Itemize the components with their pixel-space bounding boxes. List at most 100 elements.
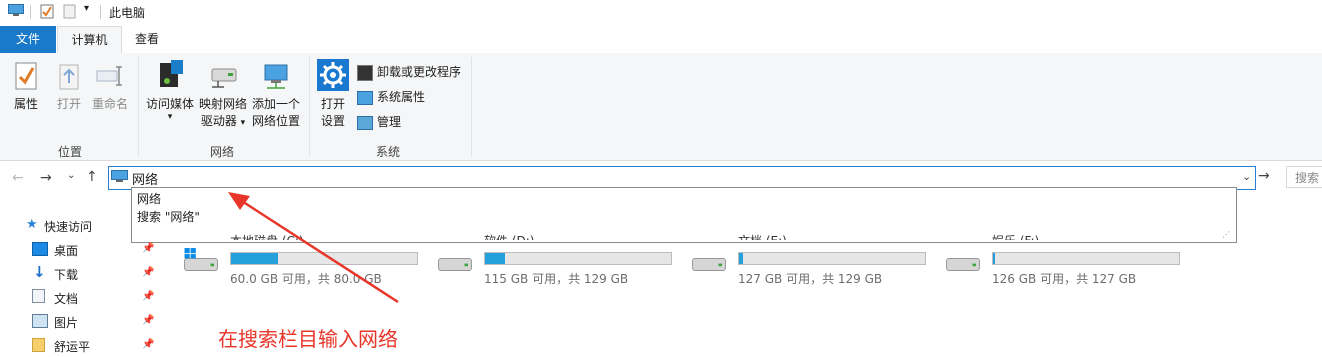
- drive-name: 软件 (D:): [484, 232, 534, 240]
- drive-capacity-text: 126 GB 可用，共 127 GB: [992, 272, 1137, 286]
- add-network-location-button[interactable]: 添加一个 网络位置: [250, 59, 302, 130]
- download-arrow-icon: ↓: [33, 263, 46, 281]
- autocomplete-item[interactable]: 网络: [137, 190, 161, 207]
- drive-usage-bar: [992, 252, 1180, 265]
- media-icon: [160, 60, 183, 87]
- resize-grip-icon[interactable]: ⋰: [1222, 230, 1230, 239]
- map-network-drive-button[interactable]: 映射网络 驱动器 ▾: [197, 59, 249, 132]
- back-arrow-icon[interactable]: ←: [12, 170, 24, 186]
- drive-name: 文档 (E:): [738, 232, 787, 240]
- rename-icon: [96, 66, 122, 86]
- group-divider: [309, 57, 310, 157]
- annotation-arrow: [228, 192, 399, 304]
- drive-tile[interactable]: 娱乐 (F:) 126 GB 可用，共 127 GB: [938, 234, 1188, 288]
- divider: [100, 5, 101, 19]
- settings-gear-icon: [317, 59, 349, 91]
- open-settings-line1: 打开: [320, 97, 345, 111]
- autocomplete-item[interactable]: 搜索 "网络": [137, 208, 200, 225]
- rename-button[interactable]: 重命名: [90, 61, 130, 113]
- open-button[interactable]: 打开: [52, 61, 86, 113]
- pictures-icon: [32, 314, 48, 328]
- tab-computer[interactable]: 计算机: [57, 26, 122, 54]
- hard-drive-icon: [946, 257, 980, 271]
- folder-icon: [32, 338, 45, 352]
- hard-drive-icon: [438, 257, 472, 271]
- star-icon: ★: [26, 217, 38, 232]
- tab-view[interactable]: 查看: [122, 26, 172, 53]
- pin-icon: 📌: [142, 243, 155, 254]
- group-label-location: 位置: [57, 145, 82, 159]
- drive-usage-fill: [739, 253, 743, 264]
- manage-label: 管理: [377, 115, 402, 129]
- drive-usage-fill: [485, 253, 506, 264]
- rename-label: 重命名: [91, 97, 128, 111]
- network-location-icon: [264, 64, 288, 89]
- open-icon: [59, 64, 79, 90]
- search-input[interactable]: 搜索: [1286, 166, 1322, 188]
- new-folder-quick-icon[interactable]: [63, 4, 76, 19]
- map-network-drive-line1: 映射网络: [198, 97, 247, 111]
- properties-quick-icon[interactable]: [40, 4, 54, 19]
- hard-drive-icon: [692, 257, 726, 271]
- add-network-location-line1: 添加一个: [251, 97, 300, 111]
- group-divider: [471, 57, 472, 157]
- ribbon-tabs: 文件 计算机 查看: [0, 26, 1322, 54]
- sidebar-item-quick-access[interactable]: 快速访问: [44, 218, 92, 235]
- window-title: 此电脑: [109, 6, 146, 20]
- title-bar: ▾ 此电脑: [0, 0, 1322, 24]
- uninstall-icon: [357, 64, 373, 81]
- tab-file[interactable]: 文件: [0, 26, 56, 53]
- customize-quick-access-icon[interactable]: ▾: [84, 3, 89, 14]
- manage-icon: [357, 115, 373, 130]
- go-arrow-icon[interactable]: →: [1258, 168, 1270, 184]
- sidebar-item-pictures[interactable]: 图片: [54, 314, 78, 331]
- computer-icon: [111, 170, 128, 182]
- drive-usage-bar: [484, 252, 672, 265]
- uninstall-program-button[interactable]: 卸载或更改程序: [357, 63, 461, 81]
- annotation-text: 在搜索栏目输入网络: [218, 327, 398, 351]
- system-properties-button[interactable]: 系统属性: [357, 88, 425, 105]
- drive-name: 娱乐 (F:): [992, 232, 1039, 240]
- system-properties-label: 系统属性: [377, 90, 426, 104]
- address-input[interactable]: 网络: [132, 169, 158, 188]
- drive-usage-fill: [993, 253, 995, 264]
- properties-icon: [15, 62, 37, 90]
- network-drive-icon: [211, 68, 237, 88]
- sidebar-item-user-folder[interactable]: 舒运平: [54, 338, 90, 355]
- access-media-button[interactable]: 访问媒体 ▾: [144, 59, 196, 122]
- desktop-icon: [32, 242, 48, 256]
- open-label: 打开: [56, 97, 81, 111]
- drive-tile[interactable]: 软件 (D:) 115 GB 可用，共 129 GB: [430, 234, 680, 288]
- forward-arrow-icon[interactable]: →: [40, 170, 52, 186]
- pin-icon: 📌: [142, 315, 155, 326]
- divider: [30, 5, 31, 19]
- hard-drive-icon: [184, 248, 218, 271]
- group-divider: [138, 57, 139, 157]
- pin-icon: 📌: [142, 339, 155, 350]
- open-settings-button[interactable]: 打开 设置: [315, 59, 351, 130]
- drive-capacity-text: 115 GB 可用，共 129 GB: [484, 272, 629, 286]
- system-properties-icon: [357, 90, 373, 105]
- group-label-network: 网络: [209, 145, 234, 159]
- pin-icon: 📌: [142, 291, 155, 302]
- drive-capacity-text: 127 GB 可用，共 129 GB: [738, 272, 883, 286]
- sidebar-item-desktop[interactable]: 桌面: [54, 242, 78, 259]
- drive-usage-bar: [738, 252, 926, 265]
- map-network-drive-line2: 驱动器 ▾: [200, 114, 246, 128]
- up-arrow-icon[interactable]: ↑: [86, 169, 98, 185]
- sidebar-item-downloads[interactable]: 下载: [54, 266, 78, 283]
- ribbon: 属性 打开 重命名 位置 访问媒体 ▾ 映射网络 驱动器 ▾ 添加一个 网络位置…: [0, 53, 1322, 161]
- manage-button[interactable]: 管理: [357, 113, 401, 130]
- access-media-label: 访问媒体: [145, 97, 194, 111]
- open-settings-line2: 设置: [320, 114, 345, 128]
- sidebar-item-documents[interactable]: 文档: [54, 290, 78, 307]
- computer-icon: [8, 4, 24, 16]
- drive-tile[interactable]: 文档 (E:) 127 GB 可用，共 129 GB: [684, 234, 934, 288]
- address-dropdown-chevron-icon[interactable]: ⌄: [1242, 170, 1251, 183]
- properties-label: 属性: [13, 97, 38, 111]
- pin-icon: 📌: [142, 267, 155, 278]
- chevron-down-icon: ▾: [167, 112, 173, 122]
- documents-icon: [32, 289, 45, 303]
- properties-button[interactable]: 属性: [8, 61, 44, 113]
- recent-locations-chevron-icon[interactable]: ⌄: [67, 170, 75, 181]
